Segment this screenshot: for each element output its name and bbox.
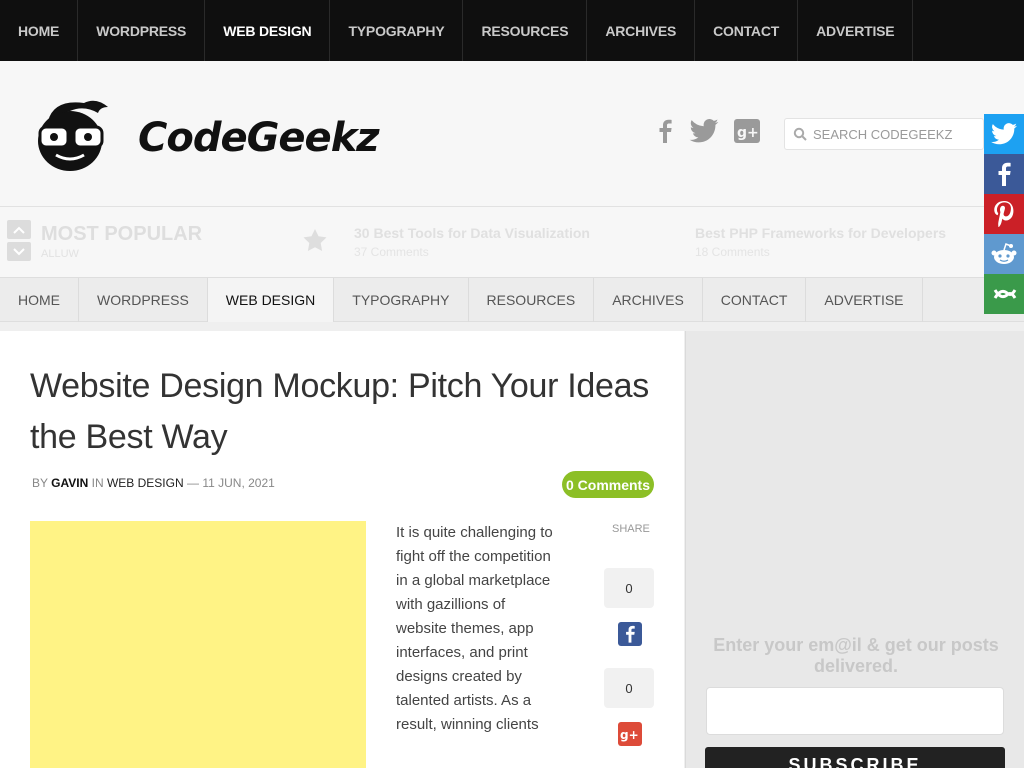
- header-googleplus-icon[interactable]: g+: [733, 118, 761, 144]
- popular-item-meta: 37 Comments: [354, 245, 429, 259]
- top-nav-wordpress[interactable]: WORDPRESS: [78, 0, 206, 61]
- popular-subtitle: ALLUW: [41, 248, 79, 260]
- top-nav-contact[interactable]: CONTACT: [695, 0, 799, 61]
- more-share-button[interactable]: [984, 274, 1024, 314]
- sec-nav-resources[interactable]: RESOURCES: [469, 278, 595, 322]
- facebook-icon: [998, 162, 1011, 186]
- share-more-icon: [993, 289, 1017, 299]
- popular-title: MOST POPULAR: [41, 223, 203, 245]
- subscribe-button[interactable]: SUBSCRIBE: [705, 747, 1005, 768]
- top-navigation: HOME WORDPRESS WEB DESIGN TYPOGRAPHY RES…: [0, 0, 1024, 61]
- googleplus-share-count: 0: [604, 668, 654, 708]
- top-nav-resources[interactable]: RESOURCES: [463, 0, 588, 61]
- sec-nav-contact[interactable]: CONTACT: [703, 278, 807, 322]
- top-nav-home[interactable]: HOME: [0, 0, 79, 61]
- top-nav-web-design[interactable]: WEB DESIGN: [205, 0, 331, 61]
- popular-prev-button[interactable]: [7, 220, 31, 239]
- post-body: It is quite challenging to fight off the…: [396, 524, 553, 733]
- sec-nav-typography[interactable]: TYPOGRAPHY: [334, 278, 469, 322]
- email-field[interactable]: [706, 687, 1004, 735]
- header-twitter-icon[interactable]: [688, 118, 720, 144]
- chevron-down-icon: [13, 247, 25, 255]
- top-nav-advertise[interactable]: ADVERTISE: [798, 0, 914, 61]
- facebook-share-icon[interactable]: [618, 622, 642, 646]
- geek-mascot-icon: [38, 100, 108, 171]
- floating-share-bar: [984, 114, 1024, 314]
- popular-arrows: [7, 220, 31, 264]
- post-date: — 11 JUN, 2021: [186, 476, 275, 490]
- googleplus-share-icon[interactable]: g+: [618, 722, 642, 746]
- reddit-share-button[interactable]: [984, 234, 1024, 274]
- sec-nav-archives[interactable]: ARCHIVES: [594, 278, 703, 322]
- twitter-share-button[interactable]: [984, 114, 1024, 154]
- search-input[interactable]: SEARCH CODEGEEKZ: [813, 127, 952, 142]
- twitter-icon: [991, 123, 1017, 145]
- reddit-icon: [991, 243, 1017, 264]
- sec-nav-web-design[interactable]: WEB DESIGN: [207, 278, 335, 322]
- subscribe-prompt: Enter your em@il & get our posts deliver…: [713, 635, 999, 676]
- secondary-navigation: HOME WORDPRESS WEB DESIGN TYPOGRAPHY RES…: [0, 277, 1024, 322]
- most-popular-strip: MOST POPULAR ALLUW 30 Best Tools for Dat…: [0, 207, 1024, 277]
- top-nav-typography[interactable]: TYPOGRAPHY: [330, 0, 464, 61]
- popular-item-title[interactable]: Best PHP Frameworks for Developers: [695, 225, 946, 241]
- article-main: Website Design Mockup: Pitch Your Ideas …: [0, 331, 684, 768]
- sec-nav-wordpress[interactable]: WORDPRESS: [79, 278, 208, 322]
- popular-item-title[interactable]: 30 Best Tools for Data Visualization: [354, 225, 590, 241]
- site-header: CodeGeekz g+ SEARCH CODEGEEKZ: [0, 61, 1024, 207]
- meta-by-label: BY: [32, 476, 48, 490]
- share-label: SHARE: [612, 523, 650, 535]
- star-icon: [303, 229, 327, 251]
- pinterest-share-button[interactable]: [984, 194, 1024, 234]
- svg-text:g+: g+: [737, 125, 759, 141]
- popular-item-meta: 18 Comments: [695, 245, 770, 259]
- post-author-link[interactable]: GAVIN: [51, 476, 88, 490]
- meta-in-label: IN: [91, 476, 104, 490]
- sec-nav-advertise[interactable]: ADVERTISE: [806, 278, 923, 322]
- post-category-link[interactable]: WEB DESIGN: [107, 476, 184, 490]
- svg-text:g+: g+: [620, 728, 639, 742]
- post-title: Website Design Mockup: Pitch Your Ideas …: [30, 367, 649, 456]
- sec-nav-home[interactable]: HOME: [0, 278, 79, 322]
- top-nav-archives[interactable]: ARCHIVES: [587, 0, 696, 61]
- popular-next-button[interactable]: [7, 242, 31, 261]
- pinterest-icon: [994, 201, 1014, 227]
- post-meta: BY GAVIN IN WEB DESIGN — 11 JUN, 2021: [32, 476, 275, 490]
- facebook-share-count: 0: [604, 568, 654, 608]
- featured-image: [30, 521, 366, 768]
- header-facebook-icon[interactable]: [655, 118, 675, 144]
- facebook-share-button[interactable]: [984, 154, 1024, 194]
- sidebar: Enter your em@il & get our posts deliver…: [685, 331, 1024, 768]
- site-logo[interactable]: CodeGeekz: [34, 99, 380, 179]
- search-icon: [793, 127, 807, 141]
- comments-count-button[interactable]: 0 Comments: [562, 471, 654, 498]
- logo-wordmark: CodeGeekz: [138, 115, 380, 161]
- chevron-up-icon: [13, 226, 25, 234]
- search-box[interactable]: SEARCH CODEGEEKZ: [784, 118, 984, 150]
